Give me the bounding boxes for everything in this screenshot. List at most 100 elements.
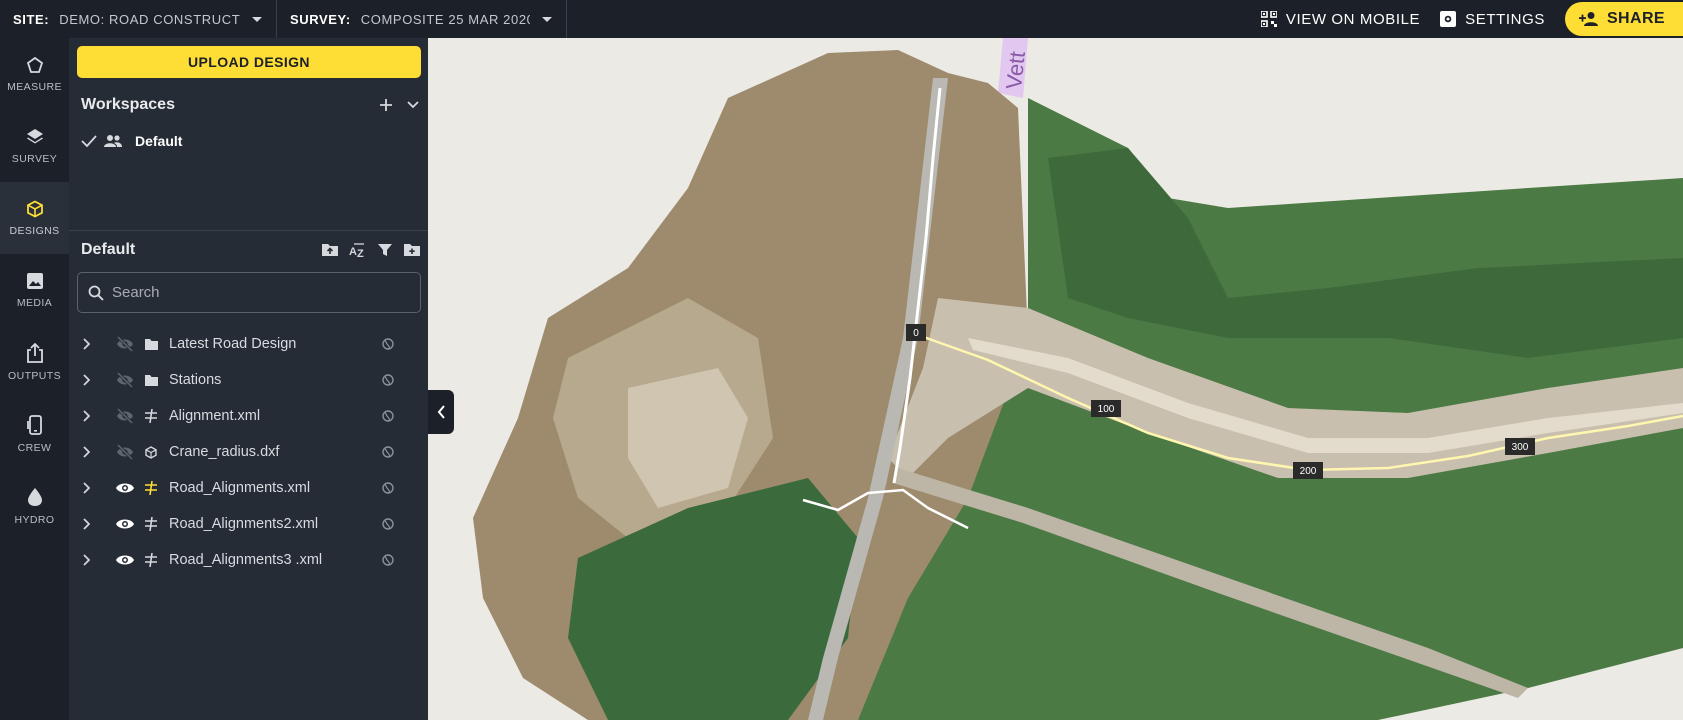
layer-row[interactable]: Road_Alignments3 .xml [69, 542, 428, 578]
layer-row[interactable]: Crane_radius.dxf [69, 434, 428, 470]
eye-off-icon[interactable] [115, 408, 137, 424]
rail-label: OUTPUTS [8, 369, 61, 382]
workspace-item-label: Default [135, 133, 183, 149]
rail-label: SURVEY [11, 152, 58, 165]
rail-item-measure[interactable]: MEASURE [0, 38, 69, 110]
design-layer-list: Latest Road Design Stations Alignment.xm… [69, 326, 428, 578]
eye-off-icon[interactable] [115, 372, 137, 388]
top-bar: SITE: DEMO: ROAD CONSTRUCTIC SURVEY: COM… [0, 0, 1683, 38]
layer-name: Road_Alignments2.xml [169, 516, 319, 532]
group-icon [104, 135, 122, 147]
eye-icon[interactable] [115, 517, 137, 531]
filter-icon [378, 244, 392, 256]
layer-name: Road_Alignments.xml [169, 480, 311, 496]
rail-item-media[interactable]: MEDIA [0, 254, 69, 326]
survey-selector[interactable]: SURVEY: COMPOSITE 25 MAR 2020 [277, 0, 567, 38]
rail-item-designs[interactable]: DESIGNS [0, 182, 69, 254]
layer-row[interactable]: Road_Alignments2.xml [69, 506, 428, 542]
folder-icon [144, 374, 158, 386]
share-button[interactable]: SHARE [1564, 2, 1683, 36]
survey-label: SURVEY: [290, 11, 351, 27]
globe-icon[interactable] [382, 554, 394, 566]
rail-label: MEASURE [7, 80, 62, 93]
rail-item-hydro[interactable]: HYDRO [0, 470, 69, 542]
layer-row[interactable]: Road_Alignments.xml [69, 470, 428, 506]
workspaces-title: Workspaces [81, 96, 175, 113]
globe-icon[interactable] [382, 518, 394, 530]
folder-add-icon [404, 244, 420, 256]
layer-name: Latest Road Design [169, 336, 297, 352]
svg-text:A: A [349, 246, 357, 258]
rail-label: CREW [17, 441, 52, 454]
collapse-panel-button[interactable] [428, 390, 454, 434]
workspace-item-default[interactable]: Default [81, 133, 182, 149]
add-icon[interactable] [379, 98, 393, 112]
chainage-chip-100[interactable]: 100 [1091, 400, 1121, 417]
chevron-right-icon[interactable] [83, 554, 97, 566]
filter-button[interactable] [377, 243, 393, 257]
alignment-icon [144, 553, 158, 567]
chevron-right-icon[interactable] [83, 374, 97, 386]
new-folder-button[interactable] [403, 243, 421, 257]
chevron-down-icon[interactable] [407, 101, 419, 109]
layer-row[interactable]: Latest Road Design [69, 326, 428, 362]
search-field[interactable] [77, 272, 421, 313]
rail-label: HYDRO [14, 513, 55, 526]
chevron-right-icon[interactable] [83, 446, 97, 458]
chainage-chip-200[interactable]: 200 [1293, 462, 1323, 479]
chevron-down-icon [252, 16, 262, 22]
layers-icon [26, 128, 43, 143]
chevron-left-icon [437, 405, 445, 419]
drop-icon [27, 487, 42, 506]
qr-code-icon [1260, 11, 1277, 27]
image-icon [26, 272, 43, 289]
rail-label: MEDIA [16, 296, 53, 309]
search-input[interactable] [112, 284, 402, 301]
chevron-right-icon[interactable] [83, 482, 97, 494]
orthomosaic-map[interactable]: Vett 0 100 200 300 [428, 38, 1683, 720]
upload-design-button[interactable]: UPLOAD DESIGN [77, 46, 421, 78]
sort-az-button[interactable]: AZ [349, 242, 367, 258]
search-icon [88, 285, 104, 301]
layer-row[interactable]: Alignment.xml [69, 398, 428, 434]
chainage-chip-0[interactable]: 0 [906, 324, 926, 341]
chevron-down-icon [542, 16, 552, 22]
share-label: SHARE [1606, 10, 1665, 27]
globe-icon[interactable] [382, 374, 394, 386]
chevron-right-icon[interactable] [83, 518, 97, 530]
layer-name: Stations [169, 372, 222, 388]
alignment-icon [144, 517, 158, 531]
rail-item-survey[interactable]: SURVEY [0, 110, 69, 182]
site-selector[interactable]: SITE: DEMO: ROAD CONSTRUCTIC [0, 0, 277, 38]
chainage-label: 300 [1512, 442, 1529, 453]
layer-name: Road_Alignments3 .xml [169, 552, 323, 568]
map-viewport[interactable]: Vett 0 100 200 300 [428, 38, 1683, 720]
eye-icon[interactable] [115, 553, 137, 567]
chainage-label: 100 [1098, 404, 1115, 415]
eye-icon[interactable] [115, 481, 137, 495]
design-group-header: Default AZ [81, 241, 421, 259]
layer-row[interactable]: Stations [69, 362, 428, 398]
rail-label: DESIGNS [9, 224, 60, 237]
folder-icon [144, 338, 158, 350]
chainage-label: 0 [913, 328, 919, 339]
globe-icon[interactable] [382, 446, 394, 458]
chevron-right-icon[interactable] [83, 338, 97, 350]
rail-item-outputs[interactable]: OUTPUTS [0, 326, 69, 398]
eye-off-icon[interactable] [115, 336, 137, 352]
globe-icon[interactable] [382, 338, 394, 350]
site-value: DEMO: ROAD CONSTRUCTIC [59, 11, 240, 27]
settings-button[interactable]: SETTINGS [1440, 11, 1545, 28]
divider [69, 230, 428, 231]
cad-cube-icon [144, 445, 158, 459]
globe-icon[interactable] [382, 410, 394, 422]
chainage-chip-300[interactable]: 300 [1505, 438, 1535, 455]
view-on-mobile-button[interactable]: VIEW ON MOBILE [1260, 11, 1420, 28]
measure-icon [26, 56, 43, 73]
rail-item-crew[interactable]: CREW [0, 398, 69, 470]
settings-label: SETTINGS [1465, 10, 1545, 28]
eye-off-icon[interactable] [115, 444, 137, 460]
chevron-right-icon[interactable] [83, 410, 97, 422]
upload-folder-button[interactable] [321, 243, 339, 257]
globe-icon[interactable] [382, 482, 394, 494]
